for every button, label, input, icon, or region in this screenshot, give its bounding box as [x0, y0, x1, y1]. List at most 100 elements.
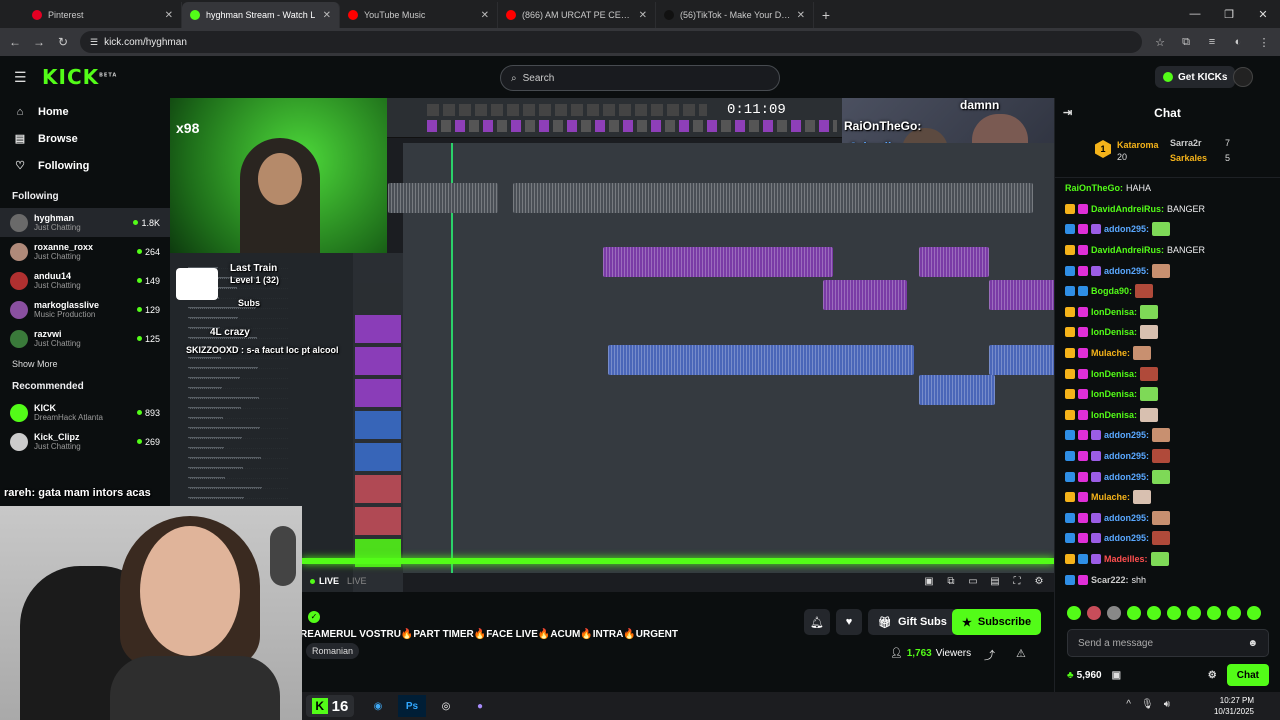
close-window-icon[interactable]: ✕ [1246, 0, 1280, 28]
collapse-chat-icon[interactable]: ⇥ [1063, 106, 1072, 119]
site-info-icon[interactable]: ☰ [90, 37, 98, 48]
channel-item[interactable]: anduu14 Just Chatting 149 [0, 266, 170, 295]
theater-mode-icon[interactable]: ▭ [966, 576, 980, 587]
notification-bell-button[interactable]: 🔔︎ [804, 609, 830, 635]
channel-item[interactable]: roxanne_roxx Just Chatting 264 [0, 237, 170, 266]
browser-tab[interactable]: Pinterest ✕ [24, 2, 182, 28]
back-icon[interactable]: ← [8, 35, 22, 49]
cinema-icon[interactable]: ▤ [988, 576, 1002, 587]
tab-close-icon[interactable]: ✕ [639, 10, 647, 21]
channel-item[interactable]: KICK DreamHack Atlanta 893 [0, 398, 170, 427]
channel-item[interactable]: hyghman Just Chatting 1.8K [0, 208, 170, 237]
user-avatar[interactable] [1233, 67, 1253, 87]
browser-tab[interactable]: (56)TikTok - Make Your Day ✕ [656, 2, 814, 28]
url-field[interactable]: ☰ kick.com/hyghman [80, 31, 1142, 53]
gift-chest-icon[interactable]: ▣ [1112, 670, 1121, 681]
edge-icon[interactable]: ◉ [364, 695, 392, 717]
chat-settings-icon[interactable]: ⚙ [1208, 670, 1217, 681]
new-tab-button[interactable]: + [814, 2, 838, 28]
chat-input[interactable]: Send a message ☻ [1067, 629, 1269, 657]
chat-username[interactable]: Mulache: [1091, 492, 1130, 502]
report-icon[interactable]: ⚠ [1016, 647, 1026, 660]
quick-emote-icon[interactable] [1107, 606, 1121, 620]
channel-item[interactable]: markoglasslive Music Production 129 [0, 295, 170, 324]
get-kicks-button[interactable]: Get KICKs [1155, 66, 1236, 88]
chat-username[interactable]: RaiOnTheGo: [1065, 183, 1123, 193]
kick-logo[interactable]: KICKBETA [42, 65, 117, 89]
top-gifter-name[interactable]: Sarra2r [1170, 138, 1202, 148]
channel-item[interactable]: razvwi Just Chatting 125 [0, 324, 170, 353]
video-player[interactable]: x98 0:11:09 damnnRaiOnTheGo:8claudia:Rai… [170, 98, 1054, 592]
chat-username[interactable]: IonDenisa: [1091, 369, 1137, 379]
chat-username[interactable]: addon295: [1104, 224, 1149, 234]
tab-close-icon[interactable]: ✕ [165, 10, 173, 21]
quick-emote-icon[interactable] [1127, 606, 1141, 620]
system-clock[interactable]: 10:27 PM 10/31/2025 [1214, 695, 1254, 717]
language-tag[interactable]: Romanian [306, 643, 360, 659]
chat-username[interactable]: Madeilles: [1104, 554, 1148, 564]
subscribe-button[interactable]: ★ Subscribe [952, 609, 1042, 635]
show-more-link[interactable]: Show More [0, 353, 170, 375]
clip-icon[interactable]: ▣ [922, 576, 936, 587]
chat-username[interactable]: addon295: [1104, 430, 1149, 440]
browser-tab[interactable]: (866) AM URCAT PE CEL MAI PE ✕ [498, 2, 656, 28]
progress-bar[interactable] [302, 558, 1054, 564]
chat-username[interactable]: Scar222: [1091, 575, 1129, 585]
quick-emote-icon[interactable] [1147, 606, 1161, 620]
chat-username[interactable]: addon295: [1104, 451, 1149, 461]
quick-emote-icon[interactable] [1227, 606, 1241, 620]
volume-icon[interactable]: 🔊︎ [1164, 699, 1170, 710]
settings-icon[interactable]: ⚙ [1032, 576, 1046, 587]
quick-emote-icon[interactable] [1167, 606, 1181, 620]
quick-emote-icon[interactable] [1247, 606, 1261, 620]
share-icon[interactable]: ⤴ [984, 647, 995, 663]
forward-icon[interactable]: → [32, 35, 46, 49]
send-chat-button[interactable]: Chat [1226, 664, 1269, 686]
menu-icon[interactable]: ⋮ [1256, 36, 1272, 49]
quick-emote-icon[interactable] [1067, 606, 1081, 620]
quick-emote-icon[interactable] [1187, 606, 1201, 620]
chat-username[interactable]: IonDenisa: [1091, 410, 1137, 420]
chat-username[interactable]: DavidAndreiRus: [1091, 204, 1164, 214]
chat-username[interactable]: addon295: [1104, 533, 1149, 543]
minimize-icon[interactable]: — [1178, 0, 1212, 28]
media-icon[interactable]: ≡ [1204, 36, 1220, 48]
emoji-picker-icon[interactable]: ☻ [1247, 638, 1258, 649]
quick-emote-icon[interactable] [1087, 606, 1101, 620]
reload-icon[interactable]: ↻ [56, 35, 70, 49]
top-gifter-name[interactable]: Sarkales [1170, 153, 1207, 163]
top-gifter-name[interactable]: Kataroma [1117, 140, 1159, 150]
mic-icon[interactable]: 🎙︎ [1141, 699, 1154, 710]
browser-tab[interactable]: YouTube Music ✕ [340, 2, 498, 28]
sidebar-nav-browse[interactable]: ▤ Browse [0, 125, 170, 152]
tab-close-icon[interactable]: ✕ [323, 10, 331, 21]
extensions-icon[interactable]: ⧉ [1178, 36, 1194, 49]
chat-username[interactable]: IonDenisa: [1091, 389, 1137, 399]
bookmark-star-icon[interactable]: ☆ [1152, 36, 1168, 49]
chat-username[interactable]: Bogda90: [1091, 286, 1132, 296]
tab-close-icon[interactable]: ✕ [481, 10, 489, 21]
browser-tab[interactable]: hyghman Stream - Watch L ✕ [182, 2, 340, 28]
chat-username[interactable]: addon295: [1104, 266, 1149, 276]
channel-item[interactable]: Kick_Clipz Just Chatting 269 [0, 427, 170, 456]
photoshop-icon[interactable]: Ps [398, 695, 426, 717]
chat-username[interactable]: addon295: [1104, 472, 1149, 482]
sidebar-nav-home[interactable]: ⌂ Home [0, 98, 170, 125]
fullscreen-icon[interactable]: ⛶ [1010, 576, 1024, 587]
obs-icon[interactable]: ● [466, 695, 494, 717]
channel-points[interactable]: ♣ 5,960 [1067, 670, 1102, 681]
gift-subs-button[interactable]: 🎁︎ Gift Subs [868, 609, 957, 635]
sidebar-nav-following[interactable]: ♡ Following [0, 152, 170, 179]
chat-username[interactable]: addon295: [1104, 513, 1149, 523]
search-input[interactable]: ⌕ Search [500, 65, 780, 91]
chat-username[interactable]: DavidAndreiRus: [1091, 245, 1164, 255]
hamburger-menu-icon[interactable]: ☰ [14, 69, 28, 86]
tab-close-icon[interactable]: ✕ [797, 10, 805, 21]
follow-heart-button[interactable]: ♥ [836, 609, 862, 635]
restore-icon[interactable]: ❐ [1212, 0, 1246, 28]
app-icon[interactable]: ◎ [432, 695, 460, 717]
quick-emote-icon[interactable] [1207, 606, 1221, 620]
chat-username[interactable]: IonDenisa: [1091, 307, 1137, 317]
chevron-up-icon[interactable]: ^ [1126, 699, 1131, 710]
taskbar-kick-app[interactable]: K 16 [306, 695, 354, 717]
